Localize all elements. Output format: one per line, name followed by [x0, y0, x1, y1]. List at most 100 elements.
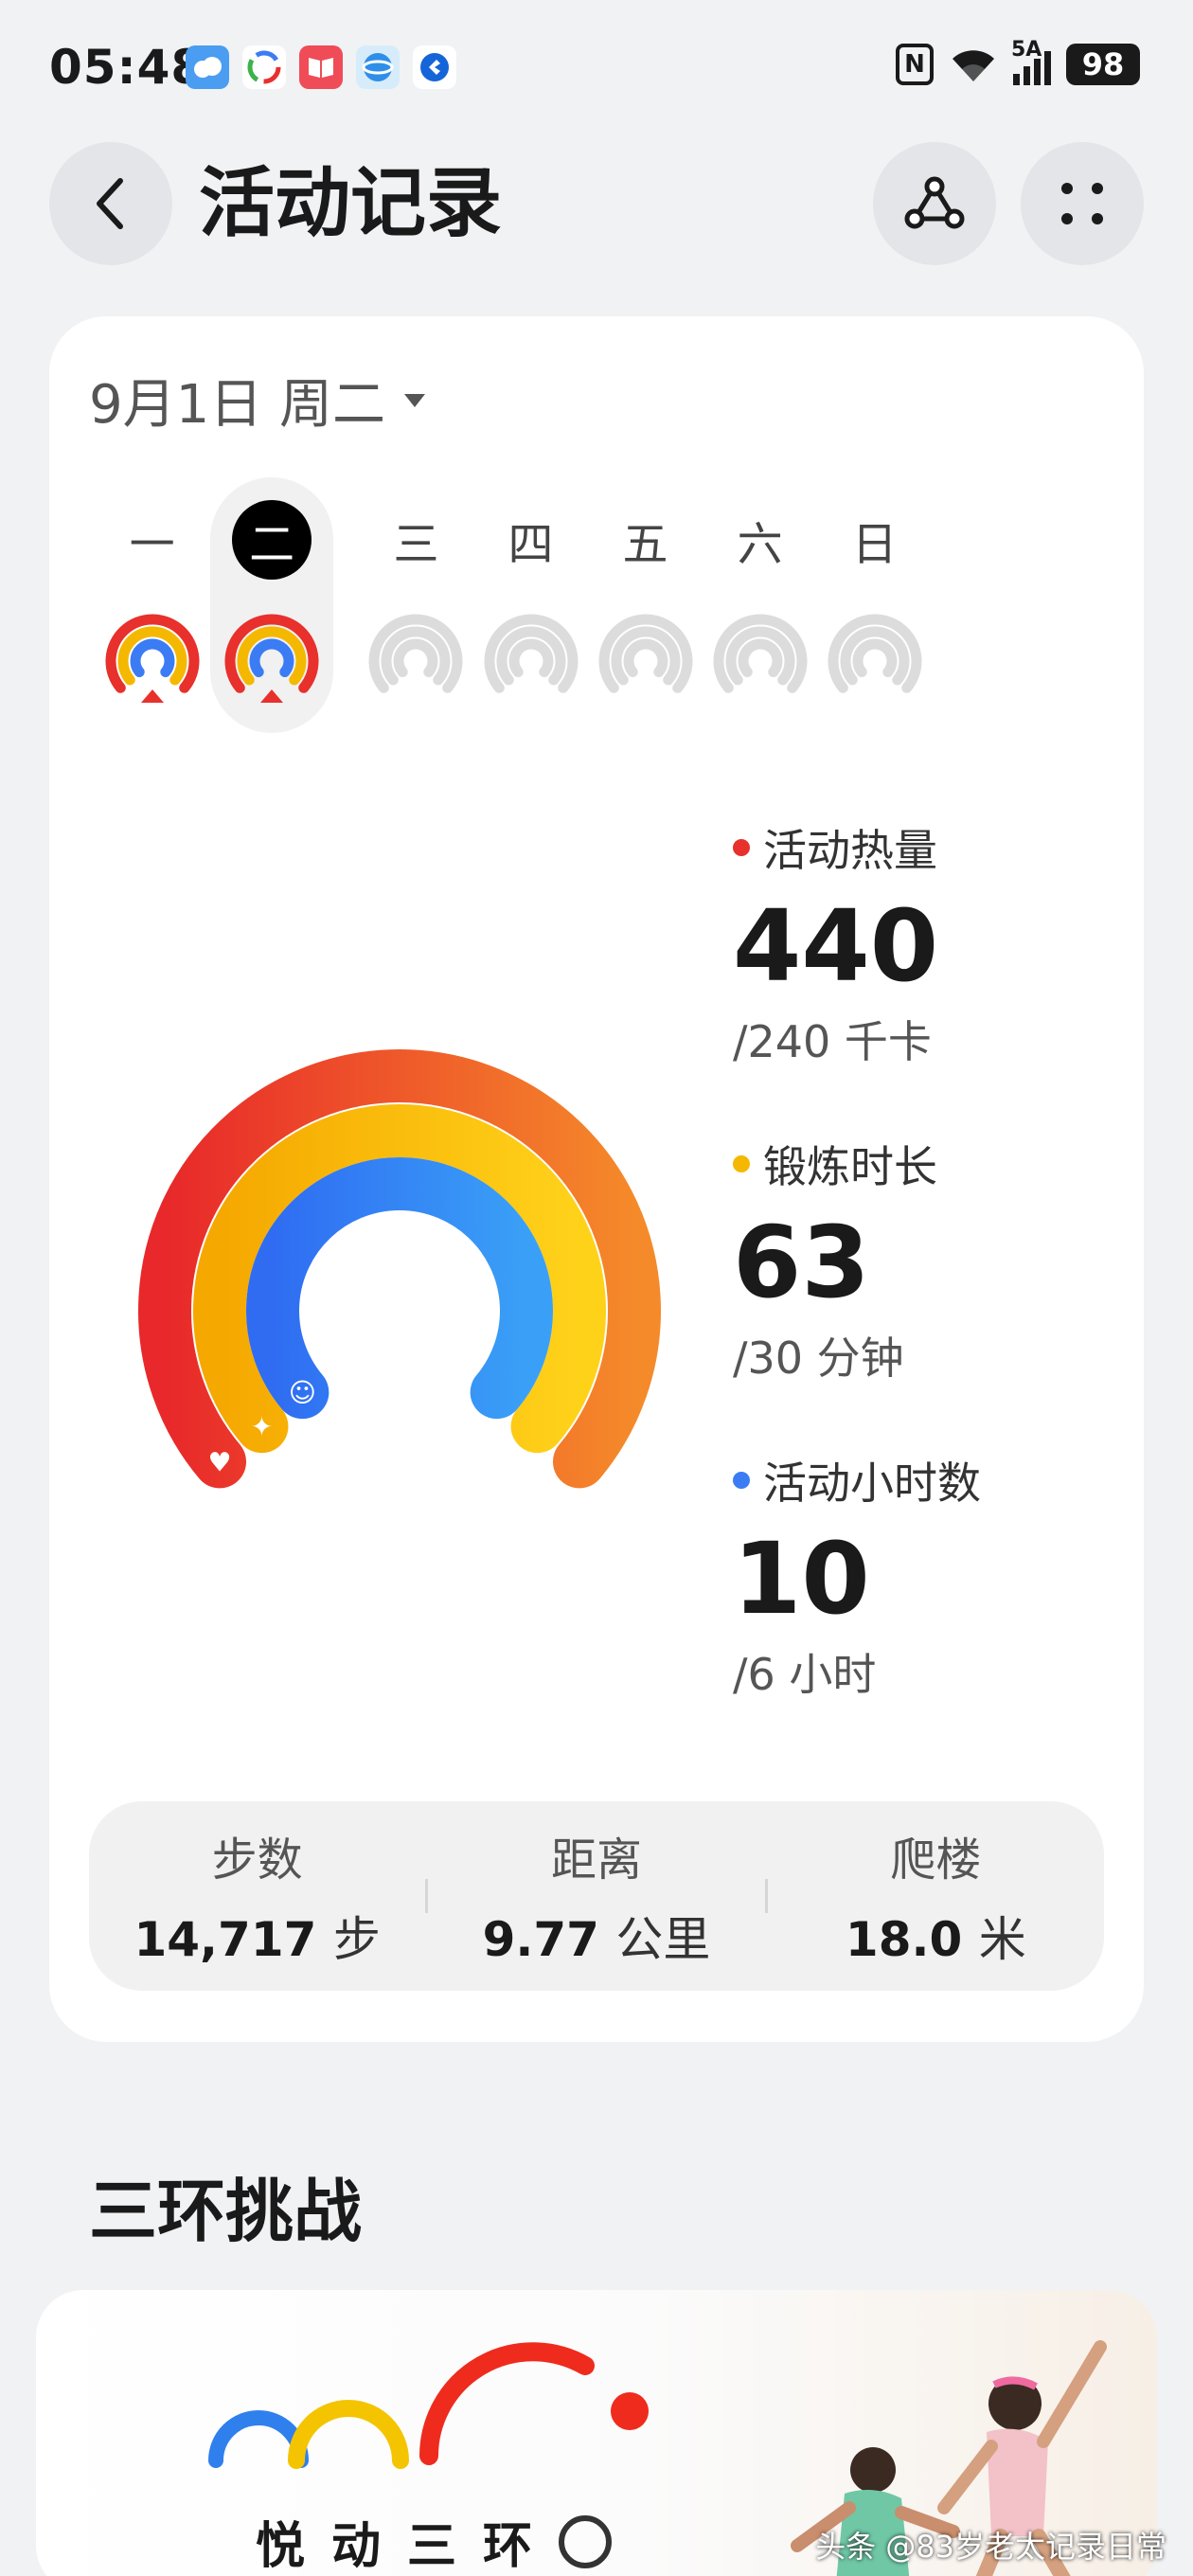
stat-label: 爬楼 — [890, 1834, 982, 1887]
more-button[interactable] — [1021, 142, 1144, 265]
flame-marker — [140, 689, 164, 703]
day-rings-icon — [224, 614, 319, 703]
stats-bar: 步数 14,717 步 距离 9.77 公里 爬楼 18.0 米 — [89, 1801, 1104, 1991]
day-2[interactable]: 二 — [210, 477, 334, 733]
metric-dot — [733, 839, 750, 856]
share-button[interactable] — [873, 142, 996, 265]
day-label: 五 — [622, 518, 668, 571]
day-label: 六 — [737, 518, 783, 571]
date-picker[interactable]: 9月1日 周二 — [89, 362, 427, 438]
caret-down-icon — [404, 393, 426, 407]
day-ring-arc — [852, 638, 898, 678]
day-4[interactable]: 四 — [470, 477, 593, 707]
stat-unit: 公里 — [615, 1912, 711, 1967]
battery-indicator: 98 — [1066, 44, 1140, 85]
day-rings-icon — [828, 614, 922, 693]
metric-label: 锻炼时长 — [763, 1141, 937, 1192]
page-title: 活动记录 — [199, 159, 502, 247]
day-rings-icon — [598, 614, 693, 693]
metric-active-hours: 活动小时数 10/6 小时 — [733, 1449, 981, 1703]
activity-card: 9月1日 周二 一 二 三 四 五 六 日 ♥ ✦ ☺ 活动热量 440/240 千卡锻炼时长 63… — [49, 316, 1144, 2042]
stat-value-row: 9.77 公里 — [428, 1902, 764, 1970]
section-title: 三环挑战 — [89, 2172, 363, 2251]
stat-unit: 米 — [978, 1912, 1026, 1967]
photos-icon — [242, 45, 286, 89]
metric-dot — [733, 1472, 750, 1489]
metric-goal: /6 小时 — [733, 1649, 877, 1700]
stat-value: 14,717 — [134, 1912, 317, 1967]
stat-label: 距离 — [550, 1834, 642, 1887]
stat-unit: 步 — [332, 1912, 381, 1967]
rings-logo-icon — [208, 2342, 649, 2469]
promo-char: 环 — [483, 2518, 533, 2575]
stat-value: 9.77 — [482, 1912, 599, 1967]
metric-calories: 活动热量 440/240 千卡 — [733, 816, 938, 1070]
day-label: 一 — [129, 518, 175, 571]
day-ring-arc — [623, 638, 668, 678]
app-icon — [413, 45, 456, 89]
metric-dot — [733, 1155, 750, 1172]
weather-icon — [186, 45, 229, 89]
chevron-left-icon — [97, 178, 123, 229]
flame-icon: ♥ — [207, 1446, 231, 1477]
day-label: 四 — [507, 518, 554, 571]
grid-dots-icon — [1061, 183, 1103, 224]
metric-label: 活动热量 — [763, 825, 937, 876]
running-icon: ✦ — [251, 1411, 273, 1442]
day-5[interactable]: 五 — [584, 477, 707, 707]
watermark: 头条 @83岁老太记录日常 — [815, 2529, 1166, 2565]
stat-value-row: 14,717 步 — [89, 1902, 425, 1970]
notification-icons — [186, 45, 456, 89]
day-rings-icon — [105, 614, 200, 703]
day-ring-arc — [738, 638, 783, 678]
day-ring-arc — [249, 638, 294, 678]
activity-rings: ♥ ✦ ☺ — [138, 1049, 661, 1489]
metric-goal: /240 千卡 — [733, 1016, 932, 1067]
day-label: 二 — [232, 500, 312, 580]
day-rings-icon — [713, 614, 808, 693]
day-label: 日 — [851, 518, 898, 571]
status-time: 05:48 — [49, 40, 205, 95]
day-1[interactable]: 一 — [91, 477, 214, 707]
metric-label: 活动小时数 — [763, 1458, 981, 1509]
stat-value-row: 18.0 米 — [768, 1902, 1104, 1970]
nfc-icon: N — [896, 44, 934, 85]
metric-goal: /30 分钟 — [733, 1333, 904, 1384]
stat-label: 步数 — [211, 1834, 303, 1887]
flame-marker — [260, 689, 284, 703]
browser-icon — [356, 45, 400, 89]
stat-steps: 步数 14,717 步 — [89, 1822, 425, 1970]
signal-icon: 5A — [1011, 38, 1051, 85]
book-icon — [299, 45, 343, 89]
metric-exercise: 锻炼时长 63/30 分钟 — [733, 1133, 937, 1386]
promo-title: 悦 动 三 环 — [256, 2506, 613, 2576]
metric-label-row: 锻炼时长 — [733, 1133, 937, 1195]
stat-distance: 距离 9.77 公里 — [428, 1822, 764, 1970]
status-bar: 05:48 N 5A 98 — [0, 0, 1193, 133]
standing-icon: ☺ — [289, 1377, 316, 1408]
system-icons: N 5A 98 — [896, 38, 1140, 85]
day-rings-icon — [484, 614, 578, 693]
metric-value: 63 — [733, 1205, 870, 1320]
stat-floors: 爬楼 18.0 米 — [768, 1822, 1104, 1970]
day-7[interactable]: 日 — [813, 477, 936, 707]
share-icon — [904, 176, 965, 229]
metric-value: 440 — [733, 888, 939, 1004]
day-label: 三 — [393, 518, 439, 571]
ring-icon — [559, 2514, 613, 2568]
network-type-label: 5A — [1011, 38, 1042, 62]
day-ring-arc — [394, 638, 438, 678]
promo-char: 悦 — [256, 2518, 306, 2575]
back-button[interactable] — [49, 142, 172, 265]
promo-char: 三 — [407, 2518, 457, 2575]
day-ring-arc — [130, 638, 175, 678]
metric-value: 10 — [733, 1521, 870, 1637]
active-hours-ring — [246, 1157, 553, 1420]
day-rings-icon — [369, 614, 463, 693]
day-6[interactable]: 六 — [699, 477, 822, 707]
day-3[interactable]: 三 — [354, 477, 477, 707]
metric-label-row: 活动热量 — [733, 816, 938, 879]
wifi-icon — [953, 50, 994, 81]
day-ring-arc — [508, 638, 553, 678]
stat-value: 18.0 — [845, 1912, 963, 1967]
